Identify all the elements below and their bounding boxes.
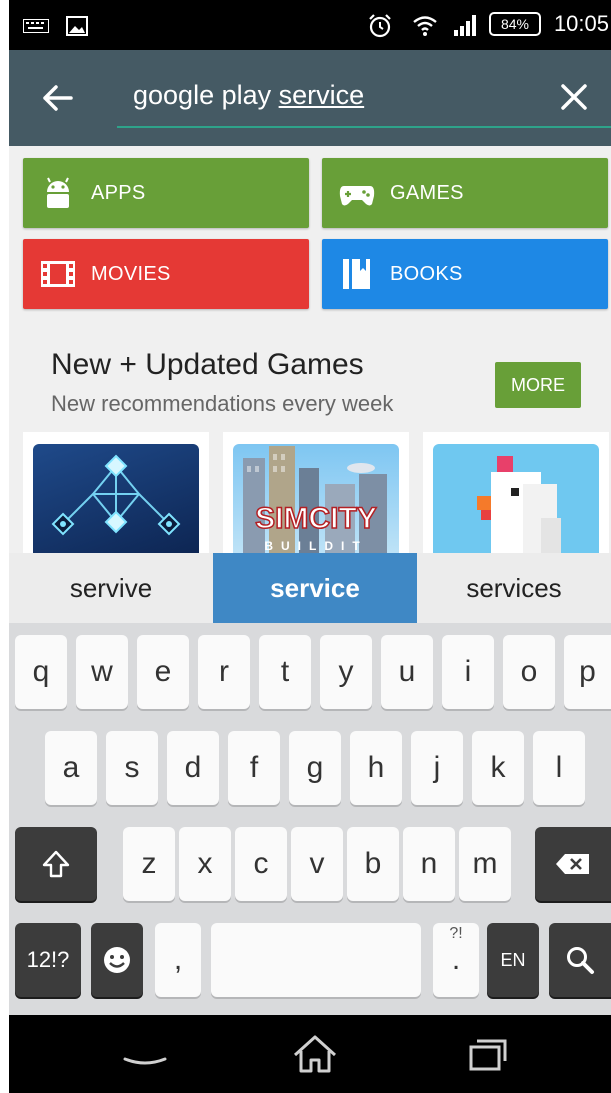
wifi-icon <box>413 16 437 36</box>
key-z[interactable]: z <box>123 827 175 901</box>
backspace-key[interactable] <box>535 827 611 901</box>
back-arrow-icon[interactable] <box>39 80 75 116</box>
book-icon <box>343 259 370 289</box>
section-subtitle: New recommendations every week <box>51 391 394 416</box>
category-books-label: BOOKS <box>390 263 463 285</box>
suggestion-item-selected[interactable]: service <box>213 553 417 623</box>
alarm-icon <box>369 14 391 38</box>
key-u[interactable]: u <box>381 635 433 709</box>
simcity-logo-subtext: BUILDIT <box>264 539 367 553</box>
simcity-art: SIMCITY BUILDIT <box>233 444 399 556</box>
comma-key[interactable]: , <box>155 923 201 997</box>
category-apps-label: APPS <box>91 182 146 204</box>
key-f[interactable]: f <box>228 731 280 805</box>
keyboard: q w e r t y u i o p a s d f g h j k l z … <box>9 623 611 1015</box>
key-k[interactable]: k <box>472 731 524 805</box>
shift-icon <box>42 850 70 878</box>
backspace-icon <box>556 854 589 874</box>
emoji-key[interactable] <box>91 923 143 997</box>
key-r[interactable]: r <box>198 635 250 709</box>
diamond-puzzle-art <box>33 444 199 556</box>
search-key[interactable] <box>549 923 611 997</box>
keyboard-notification-icon <box>23 19 49 33</box>
signal-icon <box>454 15 476 36</box>
key-w[interactable]: w <box>76 635 128 709</box>
key-j[interactable]: j <box>411 731 463 805</box>
shift-key[interactable] <box>15 827 97 901</box>
home-icon[interactable] <box>291 1033 339 1075</box>
search-icon <box>567 947 594 974</box>
phone-screen: 84% 10:05 google play service APPS GAMES <box>9 0 611 1093</box>
gamepad-icon <box>339 186 375 206</box>
android-icon <box>47 177 69 208</box>
space-key[interactable] <box>211 923 421 997</box>
search-input[interactable]: google play service <box>133 80 364 111</box>
key-d[interactable]: d <box>167 731 219 805</box>
key-i[interactable]: i <box>442 635 494 709</box>
suggestion-strip: servive service services <box>9 553 611 623</box>
game-card[interactable] <box>423 432 609 556</box>
search-bar: google play service <box>9 50 611 146</box>
status-bar: 84% 10:05 <box>9 0 611 50</box>
key-l[interactable]: l <box>533 731 585 805</box>
category-movies-button[interactable]: MOVIES <box>23 239 309 309</box>
smiley-icon <box>104 947 130 973</box>
image-notification-icon <box>66 16 88 36</box>
hide-keyboard-icon[interactable] <box>121 1033 169 1075</box>
section-title: New + Updated Games <box>51 348 364 381</box>
key-s[interactable]: s <box>106 731 158 805</box>
key-g[interactable]: g <box>289 731 341 805</box>
key-b[interactable]: b <box>347 827 399 901</box>
close-icon[interactable] <box>559 82 589 112</box>
search-query-composing: service <box>278 80 365 110</box>
navigation-bar <box>9 1015 611 1093</box>
pixel-chicken-art <box>433 444 599 556</box>
suggestion-item[interactable]: services <box>417 553 611 623</box>
more-button[interactable]: MORE <box>495 362 581 408</box>
key-e[interactable]: e <box>137 635 189 709</box>
key-p[interactable]: p <box>564 635 611 709</box>
language-key[interactable]: EN <box>487 923 539 997</box>
key-m[interactable]: m <box>459 827 511 901</box>
battery-indicator: 84% <box>489 12 541 36</box>
period-key-hint: ?! <box>449 925 463 942</box>
key-h[interactable]: h <box>350 731 402 805</box>
key-y[interactable]: y <box>320 635 372 709</box>
simcity-logo-text: SIMCITY <box>255 502 377 535</box>
category-movies-label: MOVIES <box>91 263 171 285</box>
status-time: 10:05 <box>553 11 609 36</box>
key-c[interactable]: c <box>235 827 287 901</box>
category-games-label: GAMES <box>390 182 464 204</box>
category-books-button[interactable]: BOOKS <box>322 239 608 309</box>
key-t[interactable]: t <box>259 635 311 709</box>
category-games-button[interactable]: GAMES <box>322 158 608 228</box>
key-o[interactable]: o <box>503 635 555 709</box>
symbols-key[interactable]: 12!? <box>15 923 81 997</box>
search-input-underline <box>117 126 611 128</box>
key-v[interactable]: v <box>291 827 343 901</box>
search-query-text: google play <box>133 80 279 110</box>
film-icon <box>41 261 75 287</box>
suggestion-item[interactable]: servive <box>9 553 213 623</box>
game-card[interactable]: SIMCITY BUILDIT <box>223 432 409 556</box>
key-a[interactable]: a <box>45 731 97 805</box>
period-key[interactable]: ?!. <box>433 923 479 997</box>
key-q[interactable]: q <box>15 635 67 709</box>
category-apps-button[interactable]: APPS <box>23 158 309 228</box>
recent-apps-icon[interactable] <box>463 1033 511 1075</box>
game-card[interactable] <box>23 432 209 556</box>
key-n[interactable]: n <box>403 827 455 901</box>
key-x[interactable]: x <box>179 827 231 901</box>
